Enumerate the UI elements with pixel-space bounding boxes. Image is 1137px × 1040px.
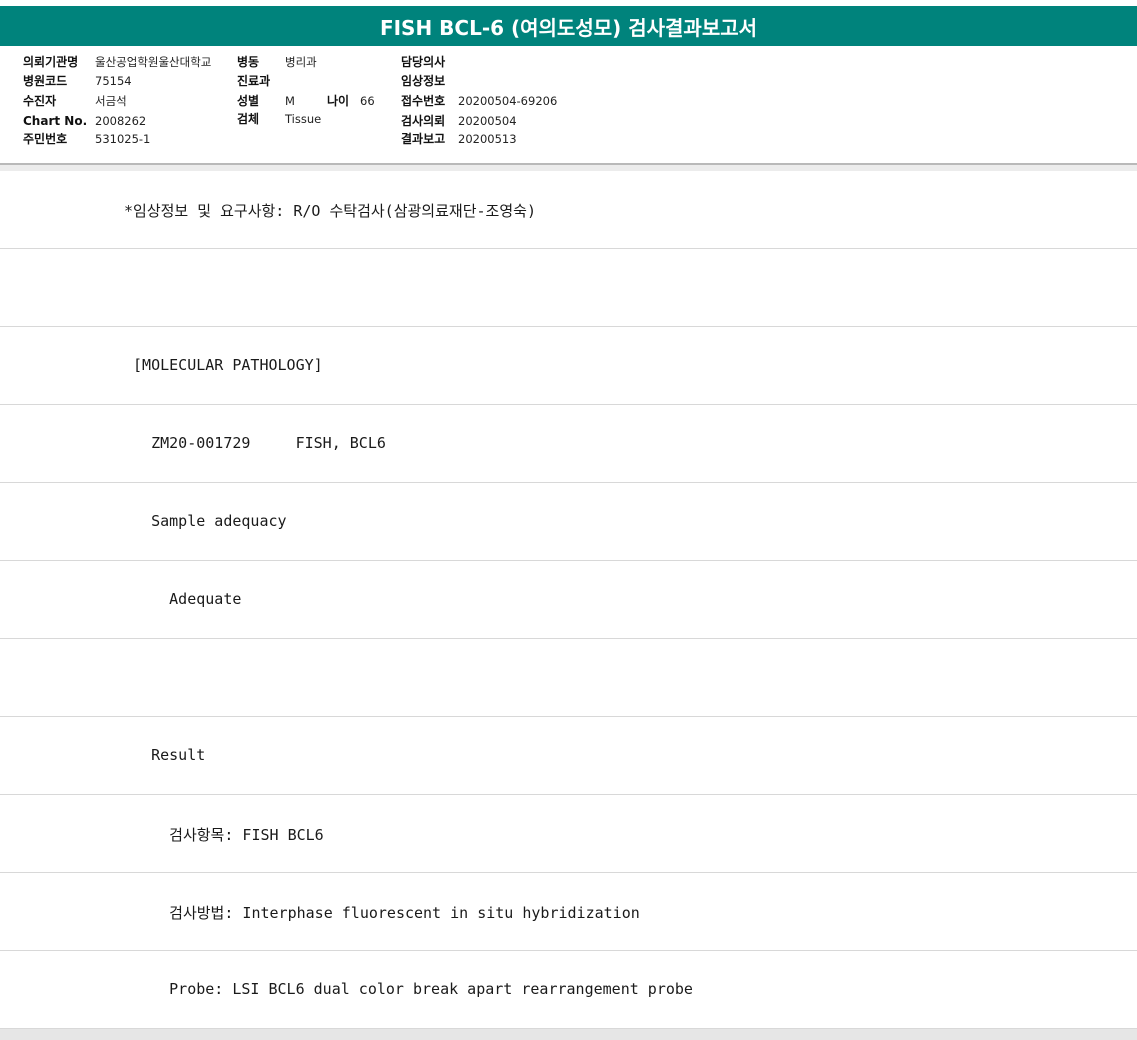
sex-value: M <box>285 94 295 108</box>
report-line: Adequate <box>0 561 1137 639</box>
specimen-value: Tissue <box>285 112 322 126</box>
clinical-info-label: 임상정보 <box>401 74 446 88</box>
sex-label: 성별 <box>237 94 260 108</box>
department-label: 진료과 <box>237 74 271 88</box>
patient-info-panel: 의뢰기관명 울산공업학원울산대학교 병원코드 75154 수진자 서금석 Cha… <box>0 46 1137 164</box>
patient-label: 수진자 <box>23 94 57 108</box>
report-line: 검사항목: FISH BCL6 <box>0 795 1137 873</box>
report-line: 검사방법: Interphase fluorescent in situ hyb… <box>0 873 1137 951</box>
hospital-value: 울산공업학원울산대학교 <box>95 55 212 69</box>
chart-no-value: 2008262 <box>95 114 147 128</box>
report-line: [MOLECULAR PATHOLOGY] <box>0 327 1137 405</box>
report-date-value: 20200513 <box>458 132 517 146</box>
request-date-value: 20200504 <box>458 114 517 128</box>
report-date-label: 결과보고 <box>401 132 446 146</box>
bottom-strip <box>0 1029 1137 1040</box>
report-line <box>0 249 1137 327</box>
sample-adequacy-label: Sample adequacy <box>124 512 287 530</box>
sample-adequacy-value: Adequate <box>124 590 242 608</box>
request-date-label: 검사의뢰 <box>401 114 446 128</box>
test-method-line: 검사방법: Interphase fluorescent in situ hyb… <box>124 904 640 922</box>
report-body: *임상정보 및 요구사항: R/O 수탁검사(삼광의료재단-조영숙) [MOLE… <box>0 171 1137 1029</box>
accession-no-label: 접수번호 <box>401 94 446 108</box>
age-value: 66 <box>360 94 375 108</box>
resident-no-label: 주민번호 <box>23 132 68 146</box>
resident-no-value: 531025-1 <box>95 132 151 146</box>
age-label: 나이 <box>327 94 350 108</box>
clinical-request-text: *임상정보 및 요구사항: R/O 수탁검사(삼광의료재단-조영숙) <box>124 202 536 220</box>
ward-label: 병동 <box>237 55 260 69</box>
report-line <box>0 639 1137 717</box>
test-id-line: ZM20-001729 FISH, BCL6 <box>124 434 386 452</box>
probe-line: Probe: LSI BCL6 dual color break apart r… <box>124 980 693 998</box>
test-item-line: 검사항목: FISH BCL6 <box>124 826 324 844</box>
hospital-code-value: 75154 <box>95 74 132 88</box>
patient-value: 서금석 <box>95 94 127 108</box>
report-line: Probe: LSI BCL6 dual color break apart r… <box>0 951 1137 1029</box>
ward-value: 병리과 <box>285 55 317 69</box>
report-line: ZM20-001729 FISH, BCL6 <box>0 405 1137 483</box>
section-heading: [MOLECULAR PATHOLOGY] <box>124 356 323 374</box>
doctor-label: 담당의사 <box>401 55 446 69</box>
specimen-label: 검체 <box>237 112 260 126</box>
result-heading: Result <box>124 746 206 764</box>
hospital-label: 의뢰기관명 <box>23 55 79 69</box>
chart-no-label: Chart No. <box>23 114 88 128</box>
hospital-code-label: 병원코드 <box>23 74 68 88</box>
report-line: *임상정보 및 요구사항: R/O 수탁검사(삼광의료재단-조영숙) <box>0 171 1137 249</box>
accession-no-value: 20200504-69206 <box>458 94 558 108</box>
report-line: Result <box>0 717 1137 795</box>
report-title: FISH BCL-6 (여의도성모) 검사결과보고서 <box>0 6 1137 46</box>
report-line: Sample adequacy <box>0 483 1137 561</box>
